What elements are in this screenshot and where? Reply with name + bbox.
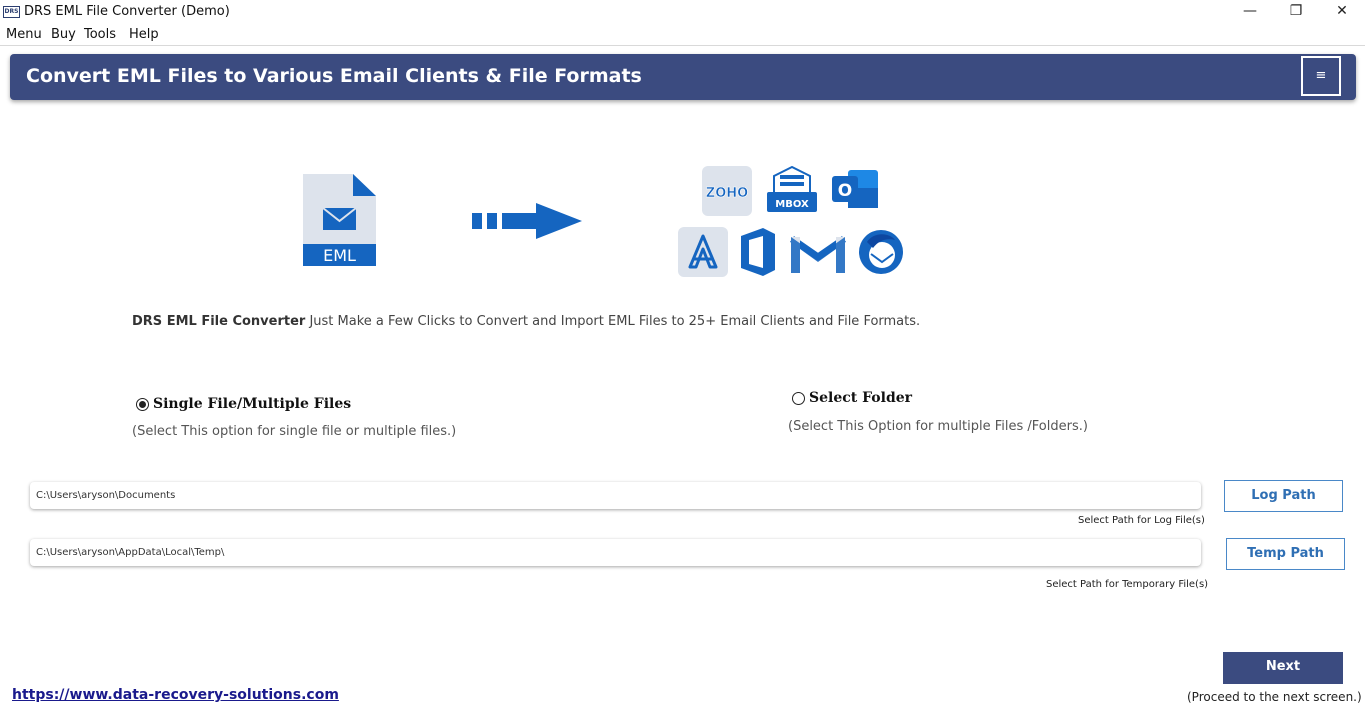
log-path-value: C:\Users\aryson\Documents xyxy=(36,490,176,501)
window-title: DRS EML File Converter (Demo) xyxy=(24,4,230,19)
outlook-icon: O xyxy=(830,166,880,214)
eml-label: EML xyxy=(323,246,356,265)
header-banner: Convert EML Files to Various Email Clien… xyxy=(10,54,1356,100)
single-file-radio[interactable] xyxy=(136,398,149,411)
product-description: DRS EML File Converter Just Make a Few C… xyxy=(132,314,920,329)
select-folder-radio[interactable] xyxy=(792,392,805,405)
single-file-hint: (Select This option for single file or m… xyxy=(132,424,457,439)
single-file-label[interactable]: Single File/Multiple Files xyxy=(153,396,351,412)
svg-text:MBOX: MBOX xyxy=(775,199,809,210)
pdf-icon xyxy=(678,227,728,277)
menu-item-tools[interactable]: Tools xyxy=(84,27,116,42)
maximize-button[interactable]: ❐ xyxy=(1273,0,1319,24)
temp-path-value: C:\Users\aryson\AppData\Local\Temp\ xyxy=(36,547,225,558)
product-name: DRS EML File Converter xyxy=(132,314,306,329)
website-link[interactable]: https://www.data-recovery-solutions.com xyxy=(12,687,339,703)
temp-path-label: Select Path for Temporary File(s) xyxy=(1046,579,1209,590)
log-path-label: Select Path for Log File(s) xyxy=(1078,515,1205,526)
log-path-button[interactable]: Log Path xyxy=(1224,480,1343,512)
thunderbird-icon xyxy=(857,228,905,276)
select-folder-label[interactable]: Select Folder xyxy=(809,390,912,406)
svg-text:ZOHO: ZOHO xyxy=(706,186,748,201)
log-path-input[interactable]: C:\Users\aryson\Documents xyxy=(30,482,1201,509)
banner-title: Convert EML Files to Various Email Clien… xyxy=(26,65,642,87)
minimize-button[interactable]: — xyxy=(1227,0,1273,24)
zoho-icon: ZOHO xyxy=(702,166,752,216)
next-hint: (Proceed to the next screen.) xyxy=(1187,690,1362,704)
app-logo-icon: DRS xyxy=(3,6,20,18)
menu-bar: Menu Buy Tools Help xyxy=(0,24,1365,46)
menu-item-menu[interactable]: Menu xyxy=(6,27,42,42)
menu-item-help[interactable]: Help xyxy=(129,27,159,42)
gmail-icon xyxy=(790,231,846,273)
mbox-icon: MBOX xyxy=(766,165,818,214)
office365-icon xyxy=(737,226,779,278)
window-titlebar: DRS DRS EML File Converter (Demo) — ❐ ✕ xyxy=(0,0,1365,24)
svg-text:O: O xyxy=(838,181,852,201)
description-text: Just Make a Few Clicks to Convert and Im… xyxy=(305,314,921,329)
eml-file-icon: EML xyxy=(303,174,376,266)
menu-item-buy[interactable]: Buy xyxy=(51,27,76,42)
temp-path-input[interactable]: C:\Users\aryson\AppData\Local\Temp\ xyxy=(30,539,1201,566)
hamburger-menu-button[interactable]: ≡ xyxy=(1301,56,1341,96)
next-button[interactable]: Next xyxy=(1223,652,1343,684)
temp-path-button[interactable]: Temp Path xyxy=(1226,538,1345,570)
close-button[interactable]: ✕ xyxy=(1319,0,1365,24)
select-folder-hint: (Select This Option for multiple Files /… xyxy=(788,419,1088,434)
arrow-right-icon xyxy=(472,203,582,239)
